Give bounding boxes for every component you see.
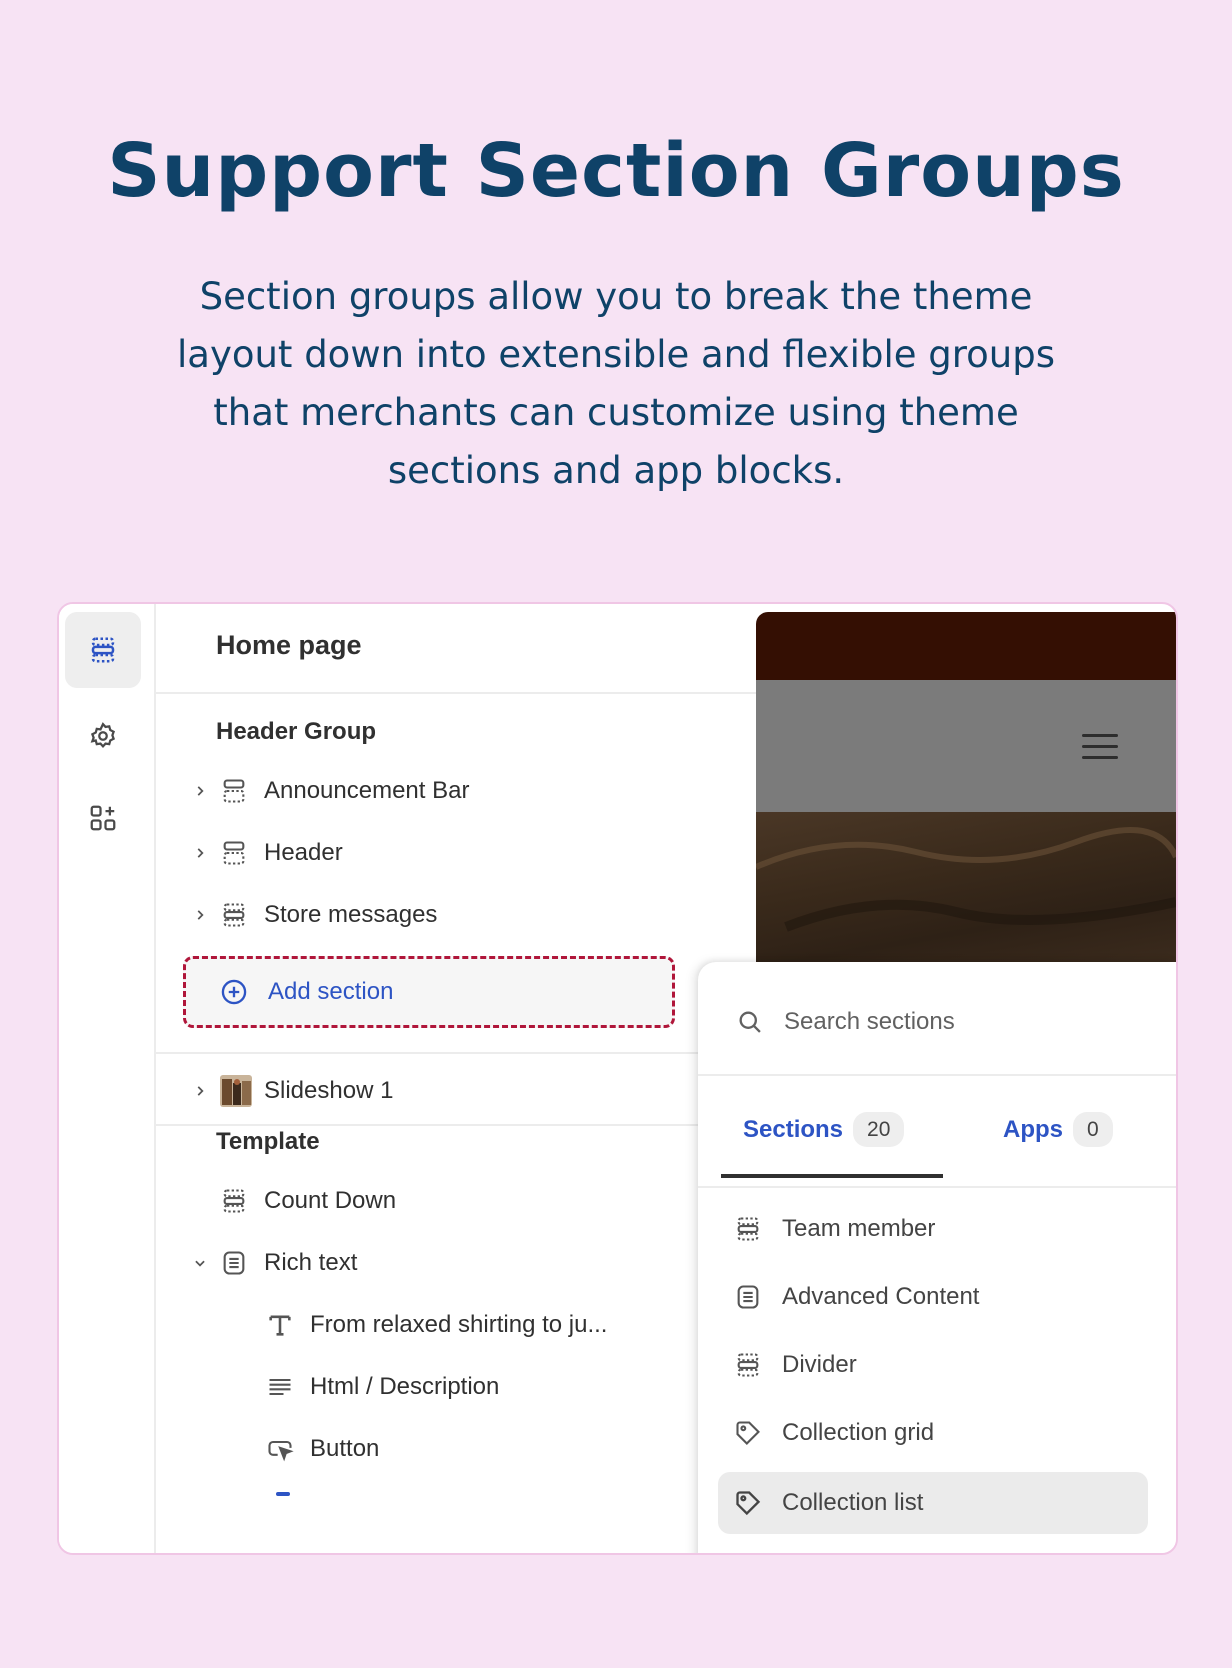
tree-item-label: Store messages xyxy=(264,901,438,928)
search-placeholder: Search sections xyxy=(784,1008,955,1035)
add-section-label: Add section xyxy=(268,978,394,1005)
preview-slideshow-image xyxy=(756,812,1176,962)
gear-icon xyxy=(90,722,116,749)
chevron-down-icon[interactable] xyxy=(186,1256,214,1270)
storefront-preview xyxy=(756,612,1176,962)
preview-header xyxy=(756,680,1176,812)
count-badge: 20 xyxy=(853,1112,905,1147)
section-dashed-top-icon xyxy=(220,839,264,867)
rail-apps-button[interactable] xyxy=(65,780,141,856)
tag-icon xyxy=(734,1489,782,1517)
tree-item-label: Count Down xyxy=(264,1187,397,1214)
tree-item-label: Slideshow 1 xyxy=(264,1077,394,1104)
block-item-label: From relaxed shirting to ju... xyxy=(310,1311,608,1338)
section-dashed-icon xyxy=(734,1351,782,1379)
page-heading: Support Section Groups xyxy=(107,128,1125,214)
tree-item-label: Header xyxy=(264,839,343,866)
picker-item-label: Collection list xyxy=(782,1489,924,1516)
tree-item-slideshow[interactable]: Slideshow 1 xyxy=(186,1066,746,1116)
chevron-right-icon[interactable] xyxy=(186,846,214,860)
picker-tabs: Sections 20 Apps 0 xyxy=(698,1112,1176,1182)
picker-item-team-member[interactable]: Team member xyxy=(718,1198,1148,1260)
picker-item-label: Collection grid xyxy=(782,1419,935,1446)
text-block-icon xyxy=(734,1283,782,1311)
text-t-icon xyxy=(266,1311,310,1339)
tree-item-announcement-bar[interactable]: Announcement Bar xyxy=(186,766,746,816)
slideshow-thumbnail xyxy=(220,1075,264,1107)
rail-settings-button[interactable] xyxy=(65,698,141,774)
section-dashed-icon xyxy=(220,1187,264,1215)
divider xyxy=(698,1074,1176,1076)
section-dashed-top-icon xyxy=(220,777,264,805)
search-icon xyxy=(739,1011,761,1033)
search-input[interactable]: Search sections xyxy=(736,1002,955,1042)
paragraph-icon xyxy=(266,1373,310,1401)
active-tab-indicator xyxy=(721,1174,943,1178)
section-dashed-icon xyxy=(220,901,264,929)
text-block-icon xyxy=(220,1249,264,1277)
rail-sections-button[interactable] xyxy=(65,612,141,688)
section-picker-popover: Search sections Sections 20 Apps 0 Team … xyxy=(698,962,1176,1553)
sections-icon xyxy=(91,637,115,663)
apps-icon xyxy=(90,805,116,831)
picker-item-label: Advanced Content xyxy=(782,1283,980,1310)
tab-sections[interactable]: Sections 20 xyxy=(743,1112,905,1147)
chevron-right-icon[interactable] xyxy=(186,908,214,922)
tree-item-rich-text[interactable]: Rich text xyxy=(186,1238,746,1288)
preview-announcement-bar xyxy=(756,612,1176,680)
menu-icon[interactable] xyxy=(1082,734,1118,767)
picker-item-collection-list[interactable]: Collection list xyxy=(718,1472,1148,1534)
add-section-button[interactable]: Add section xyxy=(183,956,675,1028)
template-group-label: Template xyxy=(216,1128,320,1155)
chevron-right-icon[interactable] xyxy=(186,1084,214,1098)
chevron-right-icon[interactable] xyxy=(186,784,214,798)
block-item-button[interactable]: Button xyxy=(266,1424,746,1474)
tree-item-count-down[interactable]: Count Down xyxy=(186,1176,746,1226)
tree-item-header[interactable]: Header xyxy=(186,828,746,878)
tree-item-store-messages[interactable]: Store messages xyxy=(186,890,746,940)
picker-item-advanced-content[interactable]: Advanced Content xyxy=(718,1266,1148,1328)
page-title: Home page xyxy=(216,630,362,660)
tab-label: Apps xyxy=(1003,1115,1063,1143)
page-subheading: Section groups allow you to break the th… xyxy=(176,275,1055,492)
next-item-indicator xyxy=(276,1492,290,1496)
picker-item-label: Divider xyxy=(782,1351,857,1378)
cursor-button-icon xyxy=(266,1435,310,1463)
editor-icon-rail xyxy=(59,604,156,1553)
block-item-label: Button xyxy=(310,1435,380,1462)
block-item-description[interactable]: Html / Description xyxy=(266,1362,746,1412)
tree-item-label: Announcement Bar xyxy=(264,777,470,804)
theme-editor-panel: Home page Header Group Announcement Bar xyxy=(57,602,1178,1555)
count-badge: 0 xyxy=(1073,1112,1113,1147)
tag-icon xyxy=(734,1419,782,1447)
picker-item-divider[interactable]: Divider xyxy=(718,1334,1148,1396)
divider xyxy=(698,1186,1176,1188)
tab-label: Sections xyxy=(743,1115,844,1143)
section-dashed-icon xyxy=(734,1215,782,1243)
block-item-label: Html / Description xyxy=(310,1373,500,1400)
divider xyxy=(156,692,796,694)
plus-circle-icon xyxy=(220,978,254,1006)
header-group-label: Header Group xyxy=(216,718,377,745)
tab-apps[interactable]: Apps 0 xyxy=(1003,1112,1113,1147)
picker-item-label: Team member xyxy=(782,1215,936,1242)
tree-item-label: Rich text xyxy=(264,1249,358,1276)
block-item-heading[interactable]: From relaxed shirting to ju... xyxy=(266,1300,746,1350)
picker-item-collection-grid[interactable]: Collection grid xyxy=(718,1402,1148,1464)
